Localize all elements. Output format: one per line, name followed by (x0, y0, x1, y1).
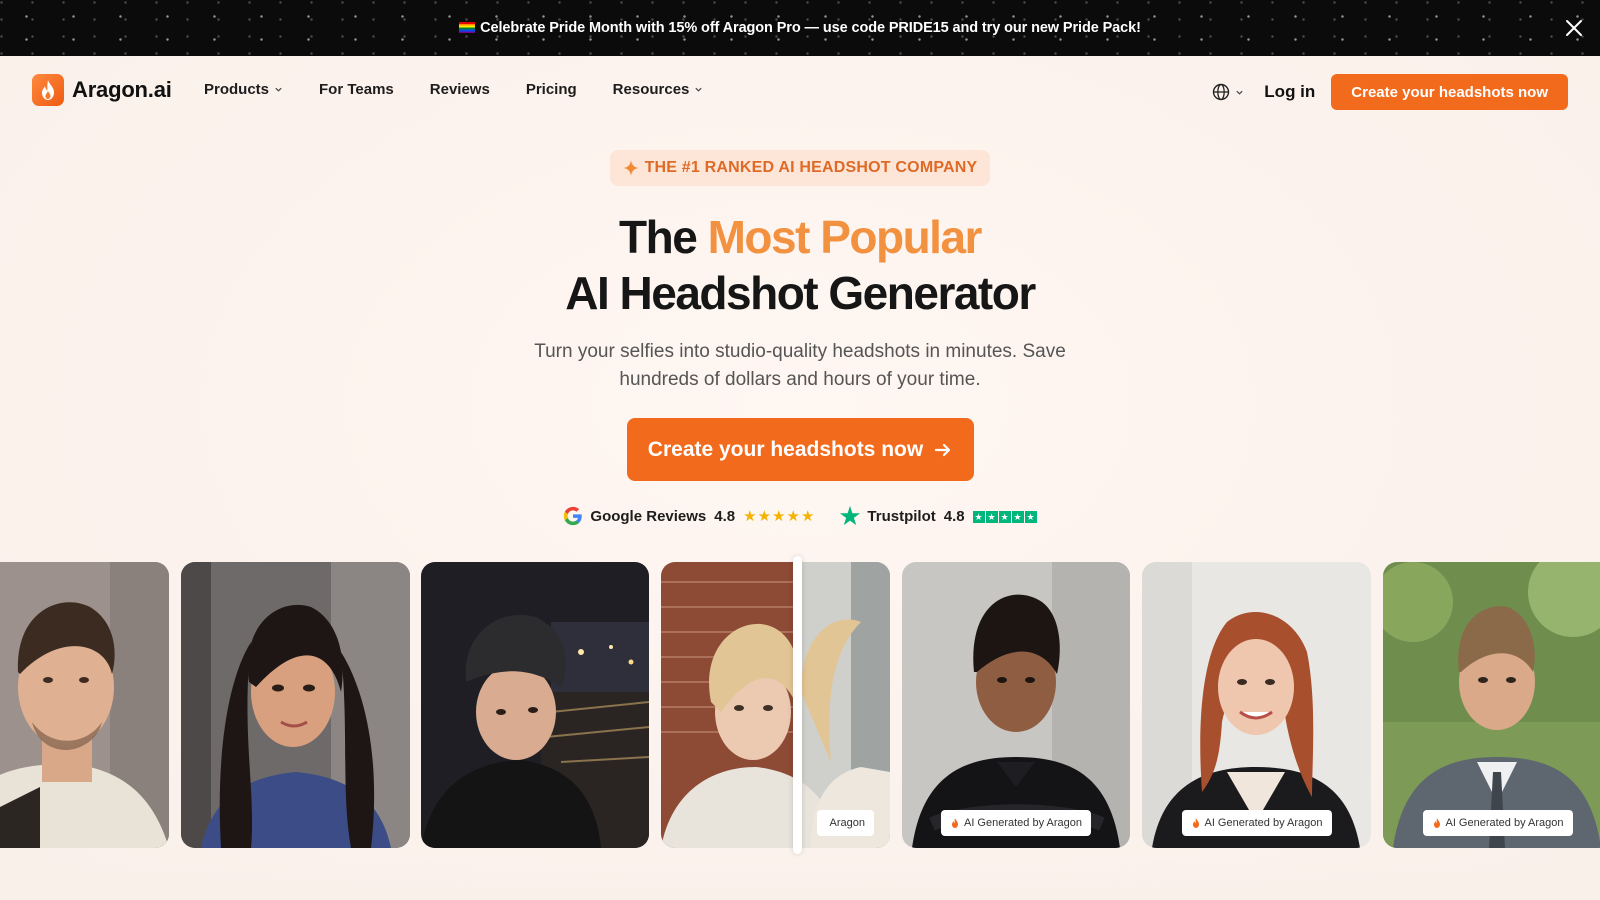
before-after-slider-handle[interactable] (793, 556, 802, 854)
selfie-photo (0, 562, 169, 848)
flame-icon (951, 818, 958, 828)
trustpilot-stars: ★ ★ ★ ★ ★ (972, 507, 1038, 525)
page-title-line2: AI Headshot Generator (565, 267, 1036, 319)
nav-for-teams[interactable]: For Teams (319, 81, 394, 98)
main-nav: Aragon.ai Products For Teams Reviews Pri… (0, 56, 1600, 128)
rainbow-flag-icon (459, 22, 476, 33)
hero-subtitle: Turn your selfies into studio-quality he… (534, 341, 1066, 390)
before-after-photo: Aragon (661, 562, 890, 848)
sparkle-icon (622, 160, 639, 176)
flame-icon (1433, 818, 1440, 828)
arrow-right-icon (935, 443, 951, 456)
ai-headshot-photo: AI Generated by Aragon (902, 562, 1130, 848)
chevron-down-icon (275, 87, 282, 92)
trustpilot-star-icon (840, 505, 861, 526)
ai-generated-label-text: AI Generated by Aragon (1445, 817, 1564, 829)
close-icon[interactable] (1564, 18, 1584, 38)
ai-generated-label: AI Generated by Aragon (940, 810, 1092, 836)
chevron-down-icon (695, 87, 703, 92)
star-icon: ★ (1011, 511, 1024, 523)
ai-headshot-woman-photo (1142, 562, 1371, 848)
trustpilot-score: 4.8 (943, 507, 965, 525)
star-icon: ★ (772, 507, 786, 525)
ai-headshot-photo: AI Generated by Aragon (1383, 562, 1600, 848)
selfie-night-photo (421, 562, 649, 848)
selfie-photo (421, 562, 649, 848)
star-icon: ★ (786, 507, 800, 525)
star-icon: ★ (1024, 511, 1037, 523)
google-icon (564, 506, 583, 526)
page-title-line1: The Most Popular (619, 211, 983, 263)
star-icon: ★ (985, 511, 998, 523)
nav-resources[interactable]: Resources (613, 81, 704, 98)
trustpilot-rating[interactable]: Trustpilot 4.8 ★ ★ ★ ★ ★ (839, 505, 1037, 527)
ai-headshot-man-suit-photo (1383, 562, 1600, 848)
flame-logo-icon (32, 74, 64, 106)
star-icon: ★ (757, 507, 772, 525)
star-icon: ★ (972, 511, 985, 523)
chevron-down-icon (1236, 90, 1243, 95)
nav-create-headshots-button[interactable]: Create your headshots now (1331, 74, 1568, 110)
ai-generated-label-text: AI Generated by Aragon (1204, 817, 1323, 829)
brand-logo[interactable]: Aragon.ai (32, 74, 172, 106)
promo-text: Celebrate Pride Month with 15% off Arago… (459, 20, 1141, 36)
star-icon: ★ (800, 507, 815, 525)
star-icon: ★ (743, 507, 757, 525)
trustpilot-label: Trustpilot (867, 507, 936, 525)
promo-banner: Celebrate Pride Month with 15% off Arago… (0, 0, 1600, 56)
selfie-photo (181, 562, 410, 848)
nav-links: Products For Teams Reviews Pricing Resou… (204, 81, 739, 98)
ai-generated-label: Aragon (816, 810, 874, 836)
ai-generated-label: AI Generated by Aragon (1181, 810, 1332, 836)
nav-pricing[interactable]: Pricing (526, 81, 577, 98)
flame-icon (1192, 818, 1199, 828)
selfie-woman-photo (181, 562, 410, 848)
ai-generated-label-text: Aragon (829, 817, 865, 829)
ai-headshot-photo: AI Generated by Aragon (1142, 562, 1371, 848)
google-stars: ★★★★★ (743, 507, 815, 526)
star-icon: ★ (998, 511, 1011, 523)
globe-icon (1213, 83, 1230, 101)
brand-name: Aragon.ai (72, 77, 172, 102)
nav-actions: Log in Create your headshots now (1212, 74, 1568, 110)
nav-reviews[interactable]: Reviews (430, 81, 490, 98)
ratings-row: Google Reviews 4.8 ★★★★★ Trustpilot 4.8 … (0, 505, 1600, 527)
bottom-fade (0, 856, 1600, 900)
ai-headshot-man-photo (902, 562, 1130, 848)
google-score: 4.8 (714, 507, 736, 525)
google-rating[interactable]: Google Reviews 4.8 ★★★★★ (562, 505, 815, 527)
ai-generated-label: AI Generated by Aragon (1422, 810, 1573, 836)
badge-text: THE #1 RANKED AI HEADSHOT COMPANY (644, 159, 978, 176)
selfie-woman-sweater-photo (661, 562, 890, 848)
ranking-badge: THE #1 RANKED AI HEADSHOT COMPANY (610, 150, 990, 186)
headline-accent: Most Popular (707, 211, 983, 263)
hero-create-headshots-button[interactable]: Create your headshots now (627, 418, 974, 481)
nav-products[interactable]: Products (204, 81, 283, 98)
login-link[interactable]: Log in (1264, 82, 1315, 102)
google-reviews-label: Google Reviews (590, 507, 707, 525)
language-selector[interactable] (1212, 83, 1244, 101)
selfie-man-photo (0, 562, 169, 848)
ai-generated-label-text: AI Generated by Aragon (963, 817, 1083, 829)
